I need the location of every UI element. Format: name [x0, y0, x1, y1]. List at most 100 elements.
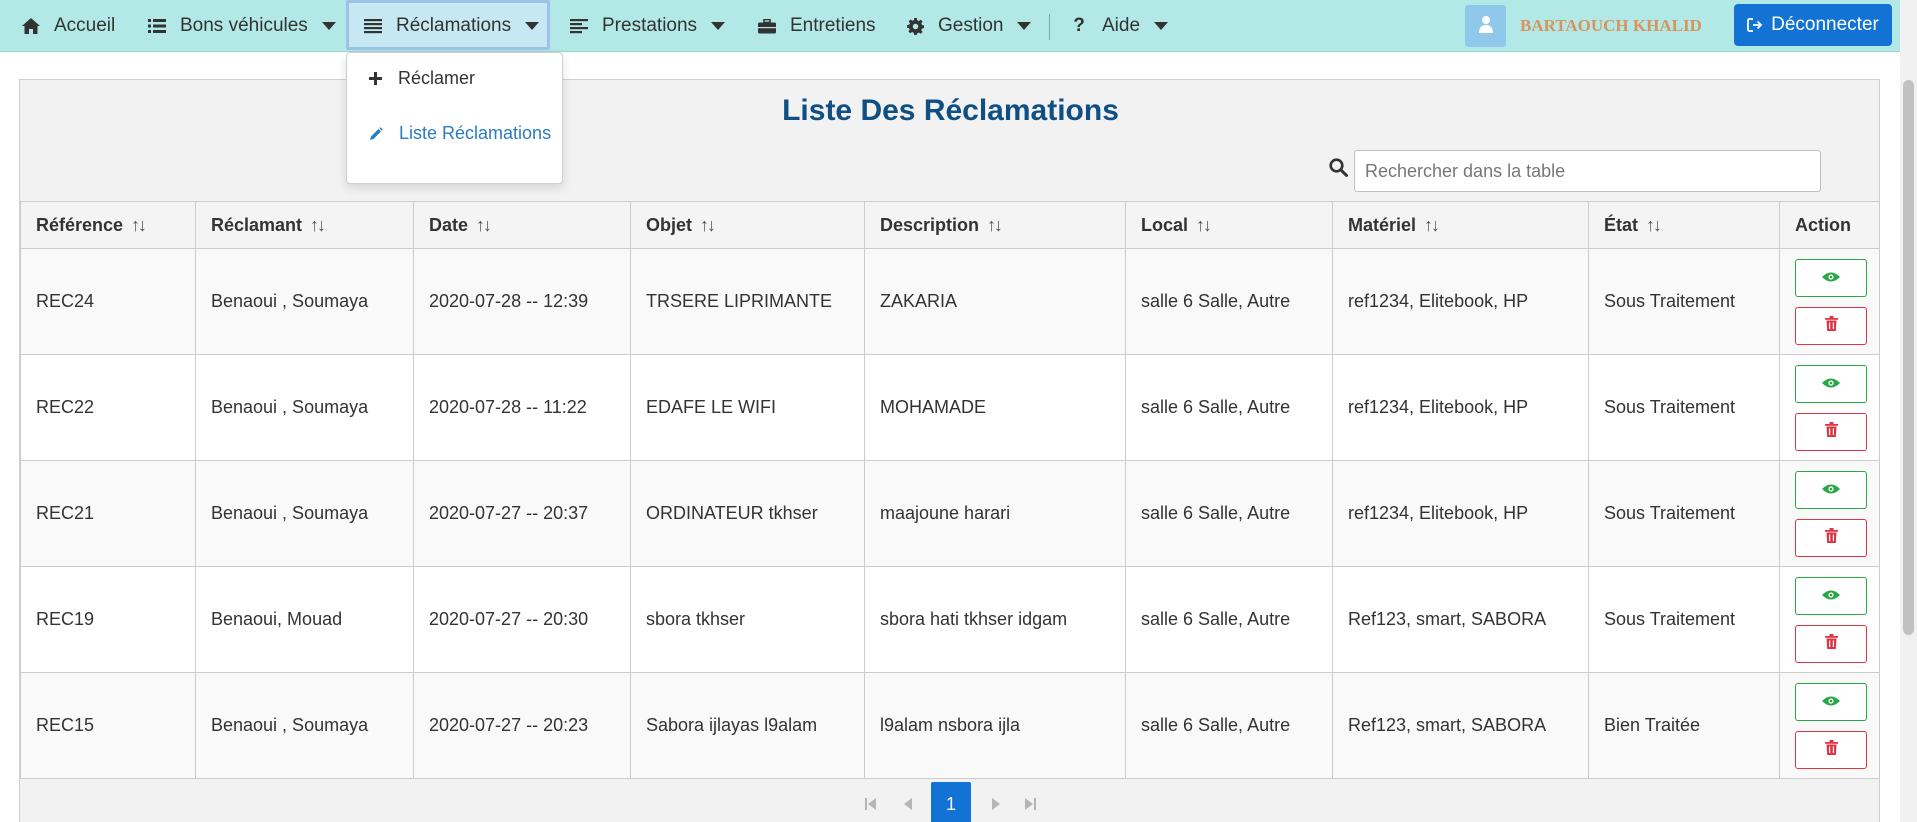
cell-objet: Sabora ijlayas l9alam [630, 672, 865, 779]
briefcase-icon [756, 15, 778, 37]
top-navbar: Accueil Bons véhicules Réclamations Pres… [0, 0, 1900, 52]
delete-button[interactable] [1795, 624, 1867, 663]
nav-item-entretiens[interactable]: Entretiens [756, 0, 876, 52]
scrollbar-thumb[interactable] [1903, 80, 1914, 635]
last-page-icon [1025, 798, 1036, 810]
cell-description: MOHAMADE [864, 354, 1126, 461]
cell-materiel: Ref123, smart, SABORA [1332, 566, 1589, 673]
trash-icon [1824, 633, 1838, 654]
previous-page-button[interactable] [898, 782, 918, 822]
cell-reference: REC15 [20, 672, 196, 779]
cell-reference: REC24 [20, 248, 196, 355]
eye-icon [1822, 373, 1840, 394]
cell-objet: sbora tkhser [630, 566, 865, 673]
menu-item-reclamer[interactable]: Réclamer [369, 68, 475, 89]
column-header-action: Action [1779, 201, 1880, 249]
home-icon [20, 15, 42, 37]
nav-item-prestations[interactable]: Prestations [568, 0, 726, 52]
table-row: REC19 Benaoui, Mouad 2020-07-27 -- 20:30 sb… [20, 566, 1880, 673]
cell-description: l9alam nsbora ijla [864, 672, 1126, 779]
caret-down-icon [1154, 22, 1169, 30]
cell-action [1779, 460, 1880, 567]
caret-down-icon [525, 22, 540, 30]
delete-button[interactable] [1795, 730, 1867, 769]
cell-date: 2020-07-28 -- 11:22 [413, 354, 631, 461]
cell-action [1779, 566, 1880, 673]
first-page-button[interactable] [861, 782, 881, 822]
previous-page-icon [903, 798, 912, 810]
cell-date: 2020-07-27 -- 20:30 [413, 566, 631, 673]
sort-icon: ↑↓ [700, 214, 716, 235]
view-button[interactable] [1795, 576, 1867, 615]
column-header-reference[interactable]: Référence ↑↓ [20, 201, 196, 249]
column-header-reclamant[interactable]: Réclamant ↑↓ [195, 201, 414, 249]
cell-action [1779, 354, 1880, 461]
caret-down-icon [321, 22, 336, 30]
pencil-icon [369, 122, 389, 149]
sign-out-icon [1747, 17, 1763, 33]
menu-item-liste-reclamations[interactable]: Liste Réclamations [362, 120, 552, 149]
view-button[interactable] [1795, 470, 1867, 509]
column-header-materiel[interactable]: Matériel ↑↓ [1332, 201, 1589, 249]
column-header-etat[interactable]: État ↑↓ [1588, 201, 1780, 249]
sort-icon: ↑↓ [1196, 214, 1212, 235]
nav-item-label: Gestion [938, 15, 1004, 36]
last-page-button[interactable] [1020, 782, 1040, 822]
page-scrollbar[interactable] [1900, 0, 1917, 822]
nav-item-aide[interactable]: ? Aide [1068, 0, 1169, 52]
column-header-objet[interactable]: Objet ↑↓ [630, 201, 865, 249]
cell-objet: TRSERE LIPRIMANTE [630, 248, 865, 355]
table-row: REC15 Benaoui , Soumaya 2020-07-27 -- 20:2… [20, 672, 1880, 779]
cell-reclamant: Benaoui, Mouad [195, 566, 414, 673]
next-page-button[interactable] [985, 782, 1005, 822]
cell-description: ZAKARIA [864, 248, 1126, 355]
cell-date: 2020-07-28 -- 12:39 [413, 248, 631, 355]
cell-reference: REC21 [20, 460, 196, 567]
user-avatar[interactable] [1465, 5, 1506, 47]
nav-item-accueil[interactable]: Accueil [20, 0, 115, 52]
trash-icon [1824, 421, 1838, 442]
nav-item-reclamations[interactable]: Réclamations [362, 0, 540, 52]
table-row: REC24 Benaoui , Soumaya 2020-07-28 -- 12:3… [20, 248, 1880, 355]
table-row: REC21 Benaoui , Soumaya 2020-07-27 -- 20:3… [20, 460, 1880, 567]
nav-item-label: Réclamations [396, 15, 512, 36]
reclamations-dropdown-menu: Réclamer Liste Réclamations [346, 52, 563, 184]
delete-button[interactable] [1795, 518, 1867, 557]
cell-etat: Sous Traitement [1588, 354, 1780, 461]
question-icon: ? [1073, 15, 1085, 36]
delete-button[interactable] [1795, 306, 1867, 345]
page-button-current[interactable]: 1 [931, 782, 971, 822]
sort-icon: ↑↓ [1646, 214, 1662, 235]
page-title: Liste Des Réclamations [782, 94, 1119, 127]
search-input[interactable] [1354, 150, 1821, 192]
sort-icon: ↑↓ [310, 214, 326, 235]
sort-icon: ↑↓ [476, 214, 492, 235]
nav-item-gestion[interactable]: Gestion [904, 0, 1032, 52]
nav-item-bons-vehicules[interactable]: Bons véhicules [146, 0, 336, 52]
cell-objet: EDAFE LE WIFI [630, 354, 865, 461]
delete-button[interactable] [1795, 412, 1867, 451]
first-page-icon [865, 798, 876, 810]
column-header-description[interactable]: Description ↑↓ [864, 201, 1126, 249]
cell-description: sbora hati tkhser idgam [864, 566, 1126, 673]
view-button[interactable] [1795, 364, 1867, 403]
eye-icon [1822, 691, 1840, 712]
reclamations-panel: Liste Des Réclamations Référence↑↓ Récla… [19, 79, 1880, 822]
pagination: 1 [20, 782, 1879, 822]
view-button[interactable] [1795, 682, 1867, 721]
view-button[interactable] [1795, 258, 1867, 297]
column-header-local[interactable]: Local ↑↓ [1125, 201, 1333, 249]
menu-item-label: Liste Réclamations [399, 123, 552, 143]
nav-item-label: Prestations [602, 15, 698, 36]
column-header-date[interactable]: Date ↑↓ [413, 201, 631, 249]
search-icon [1329, 158, 1348, 182]
cell-reclamant: Benaoui , Soumaya [195, 354, 414, 461]
cell-reclamant: Benaoui , Soumaya [195, 672, 414, 779]
logout-button[interactable]: Déconnecter [1734, 4, 1892, 46]
cell-local: salle 6 Salle, Autre [1125, 460, 1333, 567]
sort-icon: ↑↓ [131, 214, 147, 235]
cell-date: 2020-07-27 -- 20:23 [413, 672, 631, 779]
cell-action [1779, 248, 1880, 355]
cell-description: maajoune harari [864, 460, 1126, 567]
trash-icon [1824, 315, 1838, 336]
